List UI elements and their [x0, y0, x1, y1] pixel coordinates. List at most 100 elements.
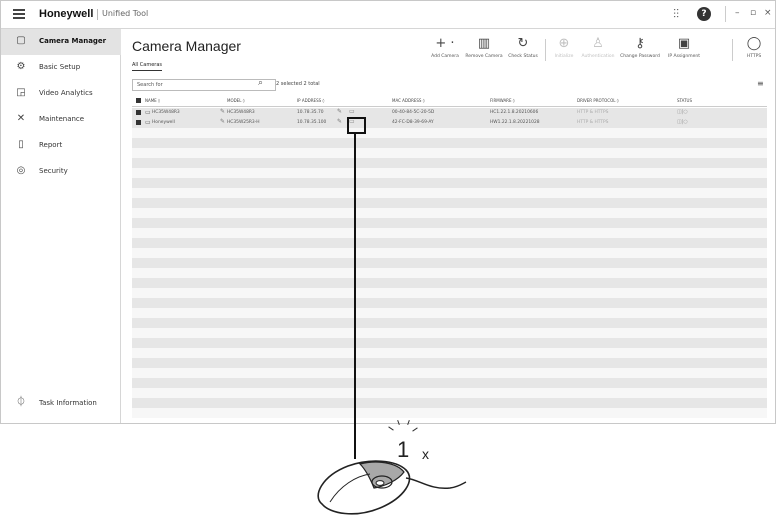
- edit-ip-icon[interactable]: ✎: [337, 118, 342, 125]
- sidebar-item-basic-setup[interactable]: ⚙ Basic Setup: [1, 55, 121, 81]
- sidebar-item-label: Report: [39, 141, 63, 149]
- camera-icon: ▭: [145, 119, 151, 126]
- empty-table-row: [132, 358, 767, 368]
- https-button[interactable]: ◯ HTTPS: [742, 37, 766, 60]
- column-header-protocol[interactable]: DRIVER PROTOCOL ◊: [577, 98, 619, 103]
- shield-icon: ◎: [16, 165, 26, 176]
- empty-table-row: [132, 288, 767, 298]
- close-button[interactable]: ×: [764, 8, 772, 18]
- sidebar-item-report[interactable]: ▯ Report: [1, 133, 121, 159]
- user-icon: ♙: [592, 36, 604, 51]
- cell-name: HC35W48R3: [152, 110, 180, 115]
- toolbar-divider: [732, 39, 733, 61]
- empty-table-row: [132, 328, 767, 338]
- minimize-button[interactable]: –: [735, 8, 740, 18]
- report-icon: ▯: [18, 139, 24, 150]
- camera-icon: ▭: [145, 109, 151, 116]
- brand-divider: [97, 9, 98, 20]
- change-password-button[interactable]: ⚷ Change Password: [620, 36, 660, 60]
- column-header-model[interactable]: MODEL ◊: [227, 98, 245, 103]
- tab-all-cameras[interactable]: All Cameras: [132, 62, 163, 71]
- cell-mac: 42-FC-D8-39-69-AY: [392, 120, 434, 125]
- sidebar-item-security[interactable]: ◎ Security: [1, 159, 121, 185]
- search-icon[interactable]: ⌕: [258, 78, 263, 88]
- check-status-button[interactable]: ↻ Check Status: [506, 36, 540, 60]
- cell-model: HC35W25R3-H: [227, 120, 260, 125]
- sidebar-item-label: Task Information: [39, 399, 97, 407]
- app-window: Honeywell Unified Tool ⫶⫶ ? – ▫ × ▢ Came…: [0, 0, 776, 424]
- table-header: NAME ◊ MODEL ◊ IP ADDRESS ◊ MAC ADDRESS …: [132, 95, 767, 107]
- remove-camera-button[interactable]: ▥ Remove Camera: [464, 36, 504, 60]
- column-header-ip[interactable]: IP ADDRESS ◊: [297, 98, 324, 103]
- sidebar-item-camera-manager[interactable]: ▢ Camera Manager: [1, 29, 121, 55]
- maximize-button[interactable]: ▫: [750, 8, 756, 18]
- empty-table-row: [132, 308, 767, 318]
- table-row[interactable]: ▭ Honeywell ✎ HC35W25R3-H 10.78.35.100 ✎…: [132, 118, 767, 128]
- empty-table-row: [132, 128, 767, 138]
- cell-mac: 00-40-84-5C-20-5D: [392, 110, 435, 115]
- refresh-icon: ↻: [517, 36, 529, 51]
- column-header-name[interactable]: NAME ◊: [145, 98, 160, 103]
- help-icon[interactable]: ?: [697, 7, 711, 21]
- ip-icon: ▣: [677, 36, 691, 51]
- task-icon: ⏀: [16, 397, 26, 408]
- empty-table-row: [132, 258, 767, 268]
- table-row[interactable]: ▭ HC35W48R3 ✎ HC35W48R3 10.78.35.70 ✎ ▭ …: [132, 108, 767, 118]
- click-ray: [388, 426, 394, 431]
- empty-table-row: [132, 388, 767, 398]
- empty-table-row: [132, 138, 767, 148]
- column-filter-icon[interactable]: ≡: [757, 79, 764, 88]
- column-header-firmware[interactable]: FIRMWARE ◊: [490, 98, 515, 103]
- sidebar-item-label: Video Analytics: [39, 89, 93, 97]
- initialize-button[interactable]: ⊕ Initialize: [550, 36, 578, 60]
- initialize-icon: ⊕: [558, 36, 570, 51]
- row-checkbox[interactable]: [136, 110, 141, 115]
- ip-assignment-button[interactable]: ▣ IP Assignment: [665, 36, 703, 60]
- plus-icon: + ·: [435, 36, 455, 51]
- add-camera-button[interactable]: + · Add Camera: [428, 36, 462, 60]
- search-placeholder: Search for: [137, 82, 163, 88]
- open-browser-icon[interactable]: ▭: [349, 108, 355, 115]
- column-header-status[interactable]: STATUS: [677, 98, 692, 103]
- sidebar-item-label: Security: [39, 167, 68, 175]
- trash-icon: ▥: [477, 36, 491, 51]
- authentication-button[interactable]: ♙ Authentication: [580, 36, 616, 60]
- edit-icon[interactable]: ✎: [220, 118, 225, 125]
- cell-model: HC35W48R3: [227, 110, 255, 115]
- sidebar-item-video-analytics[interactable]: ◲ Video Analytics: [1, 81, 121, 107]
- row-checkbox[interactable]: [136, 120, 141, 125]
- edit-icon[interactable]: ✎: [220, 108, 225, 115]
- wrench-icon: ✕: [16, 113, 26, 124]
- cell-ip: 10.78.35.70: [297, 110, 324, 115]
- main-panel: Camera Manager + · Add Camera ▥ Remove C…: [122, 29, 775, 423]
- status-icon: ◫|○: [677, 109, 688, 115]
- empty-table-row: [132, 248, 767, 258]
- cell-protocol: HTTP & HTTPS: [577, 120, 609, 125]
- empty-table-row: [132, 398, 767, 408]
- empty-table-row: [132, 178, 767, 188]
- sidebar-item-label: Basic Setup: [39, 63, 81, 71]
- empty-table-row: [132, 338, 767, 348]
- analytics-icon: ◲: [16, 87, 26, 98]
- camera-icon: ▢: [16, 35, 26, 46]
- app-subtitle: Unified Tool: [102, 9, 149, 18]
- select-all-checkbox[interactable]: [136, 98, 141, 103]
- sidebar-item-label: Maintenance: [39, 115, 85, 123]
- empty-table-row: [132, 278, 767, 288]
- sidebar-item-task-information[interactable]: ⏀ Task Information: [1, 391, 121, 417]
- sidebar-item-label: Camera Manager: [39, 37, 107, 45]
- edit-ip-icon[interactable]: ✎: [337, 108, 342, 115]
- empty-table-row: [132, 378, 767, 388]
- column-header-mac[interactable]: MAC ADDRESS ◊: [392, 98, 425, 103]
- titlebar-divider: [725, 6, 726, 22]
- menu-icon[interactable]: [13, 9, 25, 19]
- search-input[interactable]: Search for: [132, 79, 276, 91]
- gear-icon: ⚙: [16, 61, 26, 72]
- empty-table-row: [132, 268, 767, 278]
- empty-table-row: [132, 208, 767, 218]
- key-icon: ⚷: [635, 36, 645, 51]
- sliders-icon[interactable]: ⫶⫶: [673, 7, 679, 22]
- sidebar-item-maintenance[interactable]: ✕ Maintenance: [1, 107, 121, 133]
- sidebar: ▢ Camera Manager ⚙ Basic Setup ◲ Video A…: [1, 29, 121, 423]
- status-icon: ◫|○: [677, 119, 688, 125]
